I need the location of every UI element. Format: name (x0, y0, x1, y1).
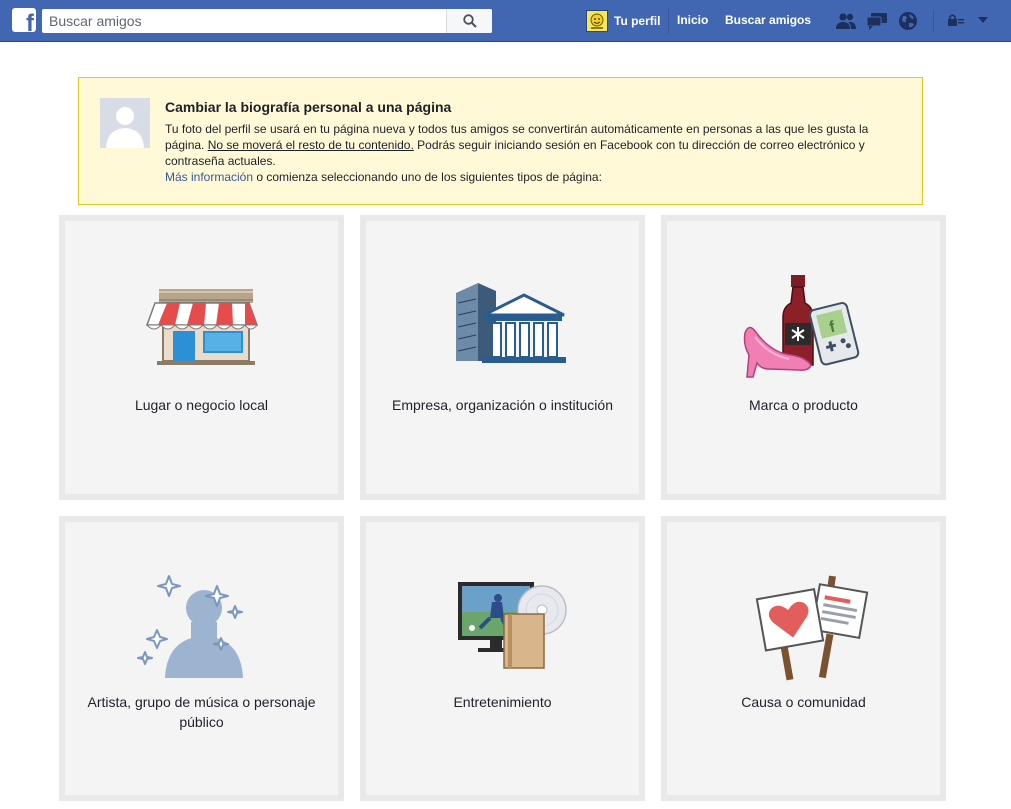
privacy-shortcuts-button[interactable] (946, 10, 966, 30)
profile-link[interactable]: Tu perfil (586, 8, 670, 34)
facebook-logo-icon[interactable]: f (12, 8, 36, 32)
account-menu-button[interactable] (974, 10, 992, 30)
friends-icon (836, 13, 856, 29)
category-label: Empresa, organización o institución (391, 397, 613, 413)
category-tile-entertainment[interactable]: Entretenimiento (360, 516, 645, 801)
brand-product-icon: f (743, 275, 859, 378)
company-building-icon (455, 283, 566, 363)
notifications-button[interactable] (897, 10, 919, 32)
friend-requests-button[interactable] (835, 10, 857, 32)
category-label: Causa o comunidad (741, 694, 866, 710)
category-label: Marca o producto (749, 397, 858, 413)
notifications-globe-icon (899, 12, 917, 30)
home-link[interactable]: Inicio (677, 13, 708, 27)
privacy-lock-icon (948, 14, 964, 26)
profile-label: Tu perfil (614, 14, 661, 28)
search-icon (462, 14, 477, 28)
avatar (586, 10, 608, 32)
category-tile-cause[interactable]: Causa o comunidad (661, 516, 946, 801)
entertainment-icon (457, 582, 567, 669)
category-tile-local-business[interactable]: Lugar o negocio local (59, 215, 344, 500)
notice-underlined-text: No se moverá el resto de tu contenido. (207, 138, 414, 152)
notice-body: Tu foto del perfil se usará en tu página… (165, 121, 905, 185)
notice-tail-text: o comienza seleccionando uno de los sigu… (253, 170, 602, 184)
nav-divider (933, 10, 934, 32)
convert-profile-notice: Cambiar la biografía personal a una pági… (78, 77, 923, 205)
top-navigation-bar: f Tu perfil Inicio Buscar amigos (0, 0, 1011, 42)
chevron-down-icon (978, 17, 988, 23)
notification-icons (835, 10, 919, 32)
category-label: Artista, grupo de música o personaje púb… (87, 694, 316, 730)
artist-silhouette-icon (136, 575, 243, 678)
messages-icon (866, 13, 887, 30)
messages-button[interactable] (866, 10, 888, 32)
search-input[interactable] (42, 9, 446, 33)
find-friends-link[interactable]: Buscar amigos (725, 13, 811, 27)
search-bar (42, 9, 492, 33)
category-label: Entretenimiento (453, 694, 552, 710)
storefront-icon (145, 289, 258, 365)
category-label: Lugar o negocio local (134, 397, 269, 413)
category-tile-artist[interactable]: Artista, grupo de música o personaje púb… (59, 516, 344, 801)
profile-picture-placeholder (100, 98, 150, 148)
category-tile-company[interactable]: Empresa, organización o institución (360, 215, 645, 500)
cause-signs-icon (755, 575, 868, 681)
account-controls (946, 10, 992, 30)
search-button[interactable] (446, 9, 492, 33)
default-avatar-icon (100, 98, 150, 148)
more-info-link[interactable]: Más información (165, 170, 253, 184)
category-tile-brand[interactable]: f Marca o producto (661, 215, 946, 500)
smiley-avatar-icon (590, 13, 604, 29)
notice-title: Cambiar la biografía personal a una pági… (165, 99, 452, 115)
